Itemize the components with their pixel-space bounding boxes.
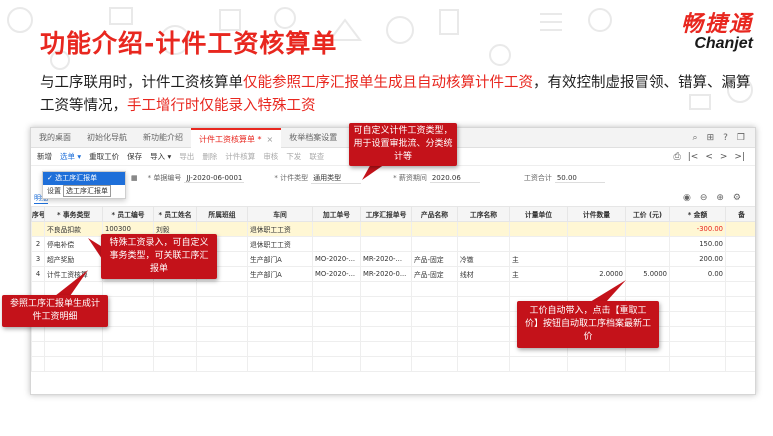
callout-reference: 参照工序汇报单生成计件工资明细 <box>2 295 108 327</box>
callout-special-wage: 特殊工资录入，可自定义事务类型，可关联工序汇报单 <box>101 234 217 279</box>
arrow-reference <box>55 270 88 296</box>
arrow-auto <box>590 280 626 302</box>
callout-type-define: 可自定义计件工资类型，用于设置审批流、分类统计等 <box>349 123 457 166</box>
callout-auto-fetch: 工价自动带入，点击【重取工价】按钮自动取工序档案最新工价 <box>517 301 659 348</box>
callout-arrows <box>55 162 626 302</box>
